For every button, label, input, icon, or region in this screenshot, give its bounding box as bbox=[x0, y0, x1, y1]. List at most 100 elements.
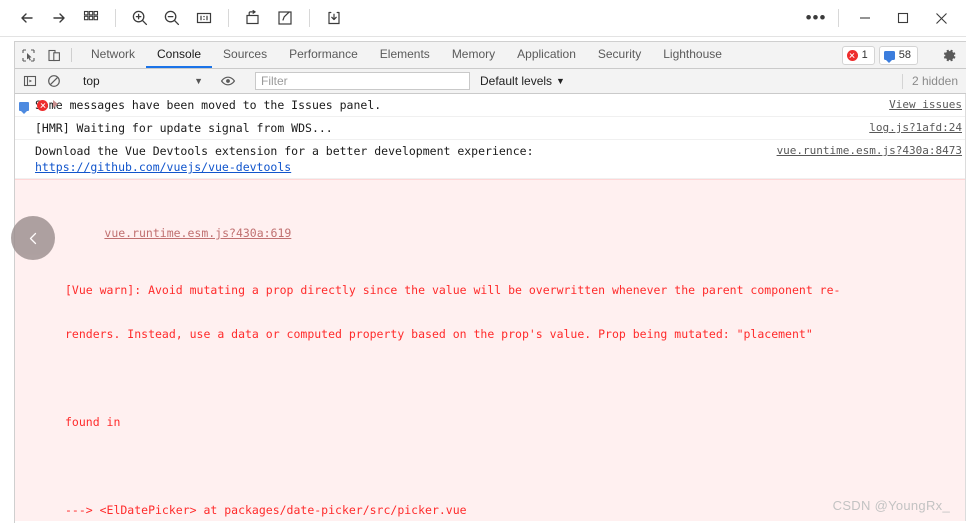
zoom-out-icon bbox=[164, 10, 180, 26]
console-message-vue-devtools[interactable]: Download the Vue Devtools extension for … bbox=[15, 140, 966, 179]
window-toolbar: ••• bbox=[0, 0, 966, 37]
zoom-in-button[interactable] bbox=[125, 3, 155, 33]
vue-warn-line bbox=[65, 370, 966, 386]
maximize-button[interactable] bbox=[884, 3, 922, 33]
toolbar-divider-2 bbox=[228, 9, 229, 27]
expand-triangle-icon[interactable] bbox=[53, 100, 58, 108]
close-button[interactable] bbox=[922, 3, 960, 33]
grid-apps-icon bbox=[83, 10, 99, 21]
devtools-panel: Network Console Sources Performance Elem… bbox=[14, 41, 966, 523]
message-count-label: 58 bbox=[898, 49, 911, 61]
popout-window-icon bbox=[246, 10, 259, 25]
window-controls-divider bbox=[838, 9, 839, 27]
console-message-issues[interactable]: Some messages have been moved to the Iss… bbox=[15, 94, 966, 117]
actual-size-icon bbox=[196, 12, 212, 24]
device-toolbar-button[interactable] bbox=[41, 42, 67, 68]
console-message-text: Some messages have been moved to the Iss… bbox=[35, 98, 382, 112]
toolbar-divider-1 bbox=[115, 9, 116, 27]
popout-window-button[interactable] bbox=[238, 3, 268, 33]
error-circle-icon bbox=[846, 49, 858, 61]
vue-warn-line: [Vue warn]: Avoid mutating a prop direct… bbox=[65, 283, 841, 297]
hidden-messages-label: 2 hidden bbox=[901, 73, 966, 89]
tab-console[interactable]: Console bbox=[146, 42, 213, 68]
console-toolbar: top ▼ Default levels ▼ 2 hidden bbox=[15, 69, 966, 94]
back-button[interactable] bbox=[12, 3, 42, 33]
zoom-in-icon bbox=[132, 10, 148, 26]
log-levels-label: Default levels bbox=[480, 74, 553, 88]
annotate-button[interactable] bbox=[270, 3, 300, 33]
devtools-tabbar: Network Console Sources Performance Elem… bbox=[15, 42, 966, 69]
error-count-label: 1 bbox=[861, 49, 868, 61]
execution-context-value: top bbox=[83, 74, 100, 88]
message-count-badge[interactable]: 58 bbox=[878, 45, 918, 65]
tabbar-status-group: 1 58 bbox=[841, 42, 966, 68]
settings-button[interactable] bbox=[938, 44, 960, 66]
download-button[interactable] bbox=[319, 3, 349, 33]
execution-context-select[interactable]: top ▼ bbox=[79, 72, 207, 91]
log-levels-select[interactable]: Default levels ▼ bbox=[480, 74, 565, 88]
clear-console-button[interactable] bbox=[42, 70, 66, 92]
application-window: ••• Network Console Sources Performance … bbox=[0, 0, 966, 523]
source-link[interactable]: vue.runtime.esm.js?430a:619 bbox=[104, 226, 291, 240]
vue-devtools-link[interactable]: https://github.com/vuejs/vue-devtools bbox=[35, 160, 291, 174]
tab-security[interactable]: Security bbox=[587, 42, 652, 68]
chevron-down-icon: ▼ bbox=[194, 76, 203, 86]
edit-annotate-icon bbox=[278, 11, 292, 25]
error-count-badge[interactable]: 1 bbox=[841, 45, 875, 65]
console-sidebar-icon bbox=[23, 75, 37, 87]
tab-network[interactable]: Network bbox=[80, 42, 146, 68]
download-icon bbox=[328, 11, 340, 25]
devtools-tab-list: Network Console Sources Performance Elem… bbox=[80, 42, 733, 68]
clear-console-icon bbox=[48, 75, 60, 87]
view-issues-link[interactable]: View issues bbox=[889, 97, 962, 113]
chevron-left-icon bbox=[29, 232, 36, 244]
filter-input[interactable] bbox=[255, 72, 470, 90]
more-options-button[interactable]: ••• bbox=[801, 3, 831, 33]
tab-lighthouse[interactable]: Lighthouse bbox=[652, 42, 733, 68]
chevron-down-icon: ▼ bbox=[556, 76, 565, 86]
window-controls-group: ••• bbox=[801, 3, 966, 33]
console-message-vue-warn[interactable]: vue.runtime.esm.js?430a:619 [Vue warn]: … bbox=[15, 100, 966, 521]
forward-button[interactable] bbox=[44, 3, 74, 33]
source-link[interactable]: log.js?1afd:24 bbox=[869, 120, 962, 136]
actual-size-button[interactable] bbox=[189, 3, 219, 33]
live-expression-eye-icon bbox=[220, 76, 236, 86]
vue-warn-text: [Vue warn]: Avoid mutating a prop direct… bbox=[49, 254, 966, 521]
live-expression-button[interactable] bbox=[216, 70, 240, 92]
message-flag-icon bbox=[883, 50, 895, 63]
zoom-out-button[interactable] bbox=[157, 3, 187, 33]
vue-warn-line: ---> <ElDatePicker> at packages/date-pic… bbox=[65, 503, 467, 517]
console-message-text: Download the Vue Devtools extension for … bbox=[35, 144, 534, 158]
collapse-sidebar-button[interactable] bbox=[11, 216, 55, 260]
tab-elements[interactable]: Elements bbox=[369, 42, 441, 68]
console-message-hmr[interactable]: [HMR] Waiting for update signal from WDS… bbox=[15, 117, 966, 140]
tabbar-divider bbox=[71, 48, 72, 62]
tab-sources[interactable]: Sources bbox=[212, 42, 278, 68]
minimize-icon bbox=[860, 17, 870, 19]
tab-memory[interactable]: Memory bbox=[441, 42, 506, 68]
tabbar-spacer bbox=[733, 42, 842, 68]
minimize-button[interactable] bbox=[846, 3, 884, 33]
console-sidebar-button[interactable] bbox=[18, 70, 42, 92]
maximize-icon bbox=[897, 12, 909, 24]
vue-warn-line: renders. Instead, use a data or computed… bbox=[65, 327, 813, 341]
inspect-element-icon bbox=[21, 48, 35, 62]
source-link[interactable]: vue.runtime.esm.js?430a:8473 bbox=[777, 143, 962, 159]
close-icon bbox=[935, 12, 947, 24]
window-toolbar-left-group bbox=[0, 3, 349, 33]
arrow-left-icon bbox=[21, 13, 33, 23]
watermark-label: CSDN @YoungRx_ bbox=[832, 498, 950, 513]
inspect-element-button[interactable] bbox=[15, 42, 41, 68]
gear-icon bbox=[943, 49, 955, 61]
device-toolbar-icon bbox=[47, 49, 60, 61]
apps-grid-button[interactable] bbox=[76, 3, 106, 33]
info-flag-icon-wrap bbox=[19, 99, 29, 115]
error-circle-icon bbox=[37, 100, 48, 111]
toolbar-divider-3 bbox=[309, 9, 310, 27]
console-message-list[interactable]: Some messages have been moved to the Iss… bbox=[15, 94, 966, 521]
console-message-text: [HMR] Waiting for update signal from WDS… bbox=[35, 121, 333, 135]
tab-performance[interactable]: Performance bbox=[278, 42, 369, 68]
vue-warn-line: found in bbox=[65, 415, 121, 429]
arrow-right-icon bbox=[53, 13, 65, 23]
tab-application[interactable]: Application bbox=[506, 42, 587, 68]
